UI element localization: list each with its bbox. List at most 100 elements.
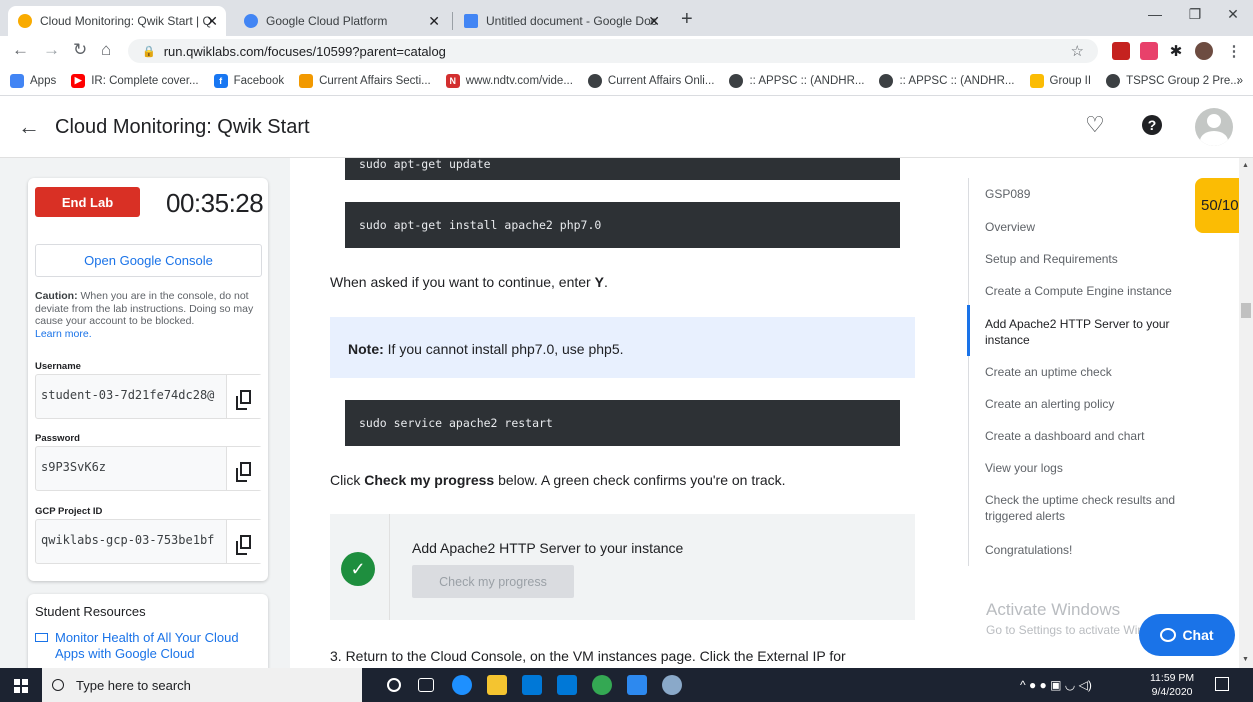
bookmarks-overflow-icon[interactable]: » bbox=[1237, 75, 1253, 87]
copy-username-icon[interactable] bbox=[226, 375, 263, 418]
bookmark-label: Current Affairs Onli... bbox=[607, 74, 715, 87]
paint-icon[interactable] bbox=[662, 675, 682, 695]
docs-favicon-icon bbox=[464, 14, 478, 28]
toc-item-active[interactable]: Add Apache2 HTTP Server to your instance bbox=[985, 316, 1195, 348]
puzzle-extensions-icon[interactable]: ✱ bbox=[1167, 42, 1185, 60]
cortana-icon[interactable] bbox=[387, 678, 401, 692]
chrome-icon[interactable] bbox=[592, 675, 612, 695]
close-tab-icon[interactable]: ✕ bbox=[206, 13, 218, 30]
home-icon[interactable]: ⌂ bbox=[101, 40, 111, 60]
password-value[interactable]: s9P3SvK6z bbox=[41, 460, 219, 474]
taskbar-search[interactable]: Type here to search bbox=[42, 668, 362, 702]
pdf-extension-icon[interactable] bbox=[1112, 42, 1130, 60]
toc-item[interactable]: Setup and Requirements bbox=[985, 251, 1195, 267]
bookmark-group-ii[interactable]: Group II bbox=[1029, 73, 1091, 88]
app-icon[interactable] bbox=[627, 675, 647, 695]
toc-item[interactable]: Create an uptime check bbox=[985, 364, 1195, 380]
clock-date: 9/4/2020 bbox=[1151, 686, 1193, 698]
heart-icon[interactable]: ♡ bbox=[1085, 112, 1105, 138]
student-resources-title: Student Resources bbox=[35, 604, 146, 619]
extension-icon[interactable] bbox=[1140, 42, 1158, 60]
help-icon[interactable]: ? bbox=[1142, 115, 1162, 135]
bookmark-star-icon[interactable]: ☆ bbox=[1071, 42, 1084, 60]
note-text: If you cannot install php7.0, use php5. bbox=[383, 341, 624, 357]
store-icon[interactable] bbox=[522, 675, 542, 695]
bookmark-ir[interactable]: ▶ IR: Complete cover... bbox=[71, 73, 199, 88]
bookmark-appsc-2[interactable]: :: APPSC :: (ANDHR... bbox=[879, 73, 1015, 88]
bookmark-ndtv[interactable]: Nwww.ndtv.com/vide... bbox=[445, 73, 573, 88]
minimize-icon[interactable]: — bbox=[1135, 6, 1175, 22]
tab-cloud-monitoring[interactable]: Cloud Monitoring: Qwik Start | Q ✕ bbox=[8, 6, 226, 36]
tab-google-docs[interactable]: Untitled document - Google Doc ✕ bbox=[454, 6, 668, 36]
bookmark-appsc-1[interactable]: :: APPSC :: (ANDHR... bbox=[729, 73, 865, 88]
key-y: Y bbox=[594, 274, 604, 290]
system-tray[interactable]: ^ ● ● ▣ ◡ ◁) bbox=[1020, 678, 1092, 692]
code-block-install: sudo apt-get install apache2 php7.0 bbox=[345, 202, 900, 248]
tab-title: Google Cloud Platform bbox=[266, 14, 388, 28]
lab-details-card: End Lab 00:35:28 Open Google Console Cau… bbox=[28, 178, 268, 581]
back-arrow-icon[interactable]: ← bbox=[18, 114, 40, 140]
close-tab-icon[interactable]: ✕ bbox=[648, 13, 660, 30]
checkmark-icon: ✓ bbox=[341, 552, 375, 586]
check-icon-area: ✓ bbox=[330, 514, 390, 620]
toc-rail bbox=[968, 178, 969, 566]
project-id-value[interactable]: qwiklabs-gcp-03-753be1bf bbox=[41, 533, 219, 547]
browser-menu-icon[interactable]: ⋮ bbox=[1225, 42, 1243, 60]
scroll-down-icon[interactable]: ▼ bbox=[1242, 656, 1249, 663]
toc-active-indicator bbox=[967, 305, 970, 356]
toc-item[interactable]: Create a dashboard and chart bbox=[985, 428, 1195, 444]
back-icon[interactable]: ← bbox=[12, 40, 29, 60]
file-explorer-icon[interactable] bbox=[487, 675, 507, 695]
qwiklabs-favicon-icon bbox=[18, 14, 32, 28]
bookmark-current-affairs-online[interactable]: Current Affairs Onli... bbox=[587, 73, 715, 88]
bookmark-label: :: APPSC :: (ANDHR... bbox=[749, 74, 865, 87]
check-my-progress-button[interactable]: Check my progress bbox=[412, 565, 574, 598]
toc-item[interactable]: Congratulations! bbox=[985, 542, 1195, 558]
edge-icon[interactable] bbox=[452, 675, 472, 695]
forward-icon[interactable]: → bbox=[43, 40, 60, 60]
mail-icon[interactable] bbox=[557, 675, 577, 695]
address-bar[interactable]: 🔒 run.qwiklabs.com/focuses/10599?parent=… bbox=[128, 39, 1098, 63]
video-icon bbox=[35, 633, 48, 642]
open-google-console-button[interactable]: Open Google Console bbox=[35, 244, 262, 277]
toc-item[interactable]: Create a Compute Engine instance bbox=[985, 283, 1195, 299]
windows-taskbar: Type here to search ^ ● ● ▣ ◡ ◁) 11:59 P… bbox=[0, 668, 1253, 702]
toc-item[interactable]: Create an alerting policy bbox=[985, 396, 1195, 412]
profile-icon[interactable] bbox=[1195, 42, 1213, 60]
lock-icon: 🔒 bbox=[142, 45, 156, 58]
toc-item[interactable]: View your logs bbox=[985, 460, 1195, 476]
username-value[interactable]: student-03-7d21fe74dc28@ bbox=[41, 388, 219, 402]
learn-more-link[interactable]: Learn more. bbox=[35, 328, 92, 340]
close-tab-icon[interactable]: ✕ bbox=[428, 13, 440, 30]
end-lab-button[interactable]: End Lab bbox=[35, 187, 140, 217]
chat-button[interactable]: Chat bbox=[1139, 614, 1235, 656]
restore-icon[interactable]: ❐ bbox=[1175, 6, 1215, 23]
copy-password-icon[interactable] bbox=[226, 447, 263, 490]
bookmark-apps[interactable]: Apps bbox=[10, 73, 56, 88]
facebook-icon: f bbox=[213, 73, 228, 88]
resource-link-text: Monitor Health of All Your Cloud Apps wi… bbox=[55, 630, 239, 661]
new-tab-icon[interactable]: + bbox=[681, 8, 693, 31]
resource-link[interactable]: Monitor Health of All Your Cloud Apps wi… bbox=[35, 630, 260, 662]
toc-item[interactable]: Check the uptime check results and trigg… bbox=[985, 492, 1195, 524]
bookmark-current-affairs-section[interactable]: Current Affairs Secti... bbox=[299, 73, 431, 88]
page-title: Cloud Monitoring: Qwik Start bbox=[55, 116, 310, 138]
copy-project-id-icon[interactable] bbox=[226, 520, 263, 563]
bookmark-tspsc[interactable]: TSPSC Group 2 Pre... bbox=[1106, 73, 1240, 88]
page-scrollbar[interactable]: ▲ ▼ bbox=[1239, 158, 1253, 668]
notification-icon[interactable] bbox=[1215, 677, 1229, 691]
reload-icon[interactable]: ↻ bbox=[73, 40, 87, 60]
task-view-icon[interactable] bbox=[418, 678, 434, 692]
close-window-icon[interactable]: ✕ bbox=[1213, 6, 1253, 23]
taskbar-clock[interactable]: 11:59 PM 9/4/2020 bbox=[1150, 671, 1194, 699]
avatar[interactable] bbox=[1195, 108, 1233, 146]
tab-google-cloud-platform[interactable]: Google Cloud Platform ✕ bbox=[234, 6, 448, 36]
scroll-up-icon[interactable]: ▲ bbox=[1242, 162, 1249, 169]
code-block-restart: sudo service apache2 restart bbox=[345, 400, 900, 446]
toc-item[interactable]: Overview bbox=[985, 219, 1195, 235]
toc-item[interactable]: GSP089 bbox=[985, 186, 1195, 202]
scrollbar-thumb[interactable] bbox=[1241, 303, 1251, 318]
windows-start-icon[interactable] bbox=[14, 679, 28, 693]
username-field: student-03-7d21fe74dc28@ bbox=[35, 374, 263, 419]
bookmark-facebook[interactable]: f Facebook bbox=[213, 73, 284, 88]
